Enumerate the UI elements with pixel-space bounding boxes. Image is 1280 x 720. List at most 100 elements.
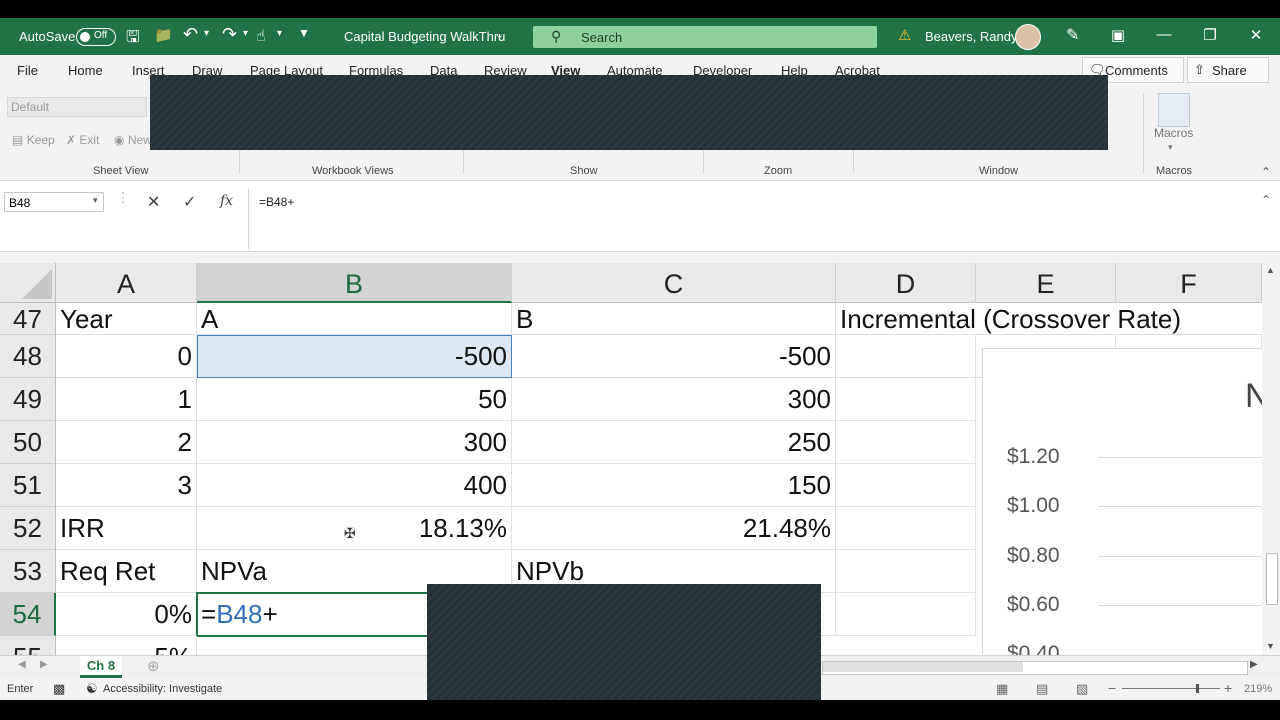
document-title[interactable]: Capital Budgeting WalkThru (344, 29, 505, 44)
zoom-slider[interactable] (1122, 688, 1220, 689)
share-button[interactable]: ⇧ Share (1187, 57, 1269, 83)
normal-view-icon[interactable]: ▦ (996, 681, 1008, 697)
macros-label[interactable]: Macros (1154, 126, 1193, 140)
cell-d51[interactable] (836, 464, 976, 507)
page-layout-view-icon[interactable]: ▤ (1036, 681, 1048, 697)
insert-function-icon[interactable]: fx (220, 193, 233, 209)
cell-d48[interactable] (836, 335, 976, 378)
zoom-level[interactable]: 219% (1244, 683, 1272, 695)
horizontal-scrollbar[interactable] (822, 661, 1248, 675)
minimize-icon[interactable]: — (1154, 26, 1174, 46)
cell-a48[interactable]: 0 (56, 335, 197, 378)
cell-d52[interactable] (836, 507, 976, 550)
cell-d54[interactable] (836, 593, 976, 636)
cell-a50[interactable]: 2 (56, 421, 197, 464)
cell-d50[interactable] (836, 421, 976, 464)
search-box[interactable]: ⚲ Search (533, 26, 877, 48)
row-header[interactable]: 47 (0, 303, 56, 335)
add-sheet-icon[interactable]: ⊕ (147, 657, 160, 675)
pen-icon[interactable]: ✎ (1066, 25, 1079, 45)
cell-c49[interactable]: 300 (512, 378, 836, 421)
touch-mode-icon[interactable]: ☝ (256, 26, 266, 46)
vertical-scrollbar[interactable]: ▲ ▼ (1262, 263, 1280, 655)
accessibility-status[interactable]: Accessibility: Investigate (103, 683, 222, 695)
cell-b49[interactable]: 50 (197, 378, 512, 421)
cell-b50[interactable]: 300 (197, 421, 512, 464)
restore-icon[interactable]: ❐ (1200, 26, 1220, 46)
cell-a52[interactable]: IRR (56, 507, 197, 550)
cell-b48[interactable]: -500 (197, 335, 512, 378)
row-header[interactable]: 49 (0, 378, 56, 421)
cell-a51[interactable]: 3 (56, 464, 197, 507)
column-header-c[interactable]: C (512, 263, 836, 303)
macros-icon[interactable] (1158, 93, 1190, 127)
cell-c47[interactable]: B (512, 303, 836, 335)
exit-button[interactable]: ✗ Exit (66, 133, 99, 147)
autosave-toggle[interactable]: Off (76, 28, 116, 46)
redo-dropdown-icon[interactable]: ▾ (243, 28, 248, 39)
close-icon[interactable]: ✕ (1246, 26, 1266, 46)
enter-check-icon[interactable]: ✓ (183, 192, 196, 212)
row-header[interactable]: 51 (0, 464, 56, 507)
scroll-thumb[interactable] (1266, 553, 1278, 605)
collapse-ribbon-icon[interactable]: ⌃ (1261, 165, 1271, 179)
keep-button[interactable]: ▤ Keep (12, 133, 55, 147)
cell-c48[interactable]: -500 (512, 335, 836, 378)
scroll-right-icon[interactable]: ▶ (1250, 659, 1258, 670)
row-header[interactable]: 55 (0, 636, 56, 655)
tab-home[interactable]: Home (68, 63, 103, 78)
cell-c51[interactable]: 150 (512, 464, 836, 507)
cell-c52[interactable]: 21.48% (512, 507, 836, 550)
page-break-view-icon[interactable]: ▧ (1076, 681, 1088, 697)
cell-b47[interactable]: A (197, 303, 512, 335)
column-header-d[interactable]: D (836, 263, 976, 303)
scroll-up-icon[interactable]: ▲ (1266, 265, 1275, 275)
undo-dropdown-icon[interactable]: ▾ (204, 28, 209, 39)
cancel-icon[interactable]: ✕ (147, 192, 160, 212)
sheet-view-select[interactable]: Default (7, 97, 147, 117)
cell-a54[interactable]: 0% (56, 593, 197, 636)
cell-b51[interactable]: 400 (197, 464, 512, 507)
user-name[interactable]: Beavers, Randy (925, 29, 1018, 44)
cell-d53[interactable] (836, 550, 976, 593)
zoom-slider-handle[interactable] (1196, 684, 1199, 693)
undo-icon[interactable]: ↶ (183, 24, 198, 45)
row-header[interactable]: 54 (0, 593, 56, 636)
ribbon-display-icon[interactable]: ▣ (1108, 26, 1128, 46)
zoom-in-icon[interactable]: + (1224, 680, 1232, 696)
formula-input[interactable]: =B48+ (248, 189, 1276, 249)
horizontal-scroll-thumb[interactable] (823, 662, 1023, 672)
prev-sheet-icon[interactable]: ◀ (18, 659, 26, 670)
name-box-dropdown-icon[interactable]: ▾ (93, 195, 98, 206)
title-chevron-down-icon[interactable]: ⌄ (495, 28, 504, 41)
scroll-down-icon[interactable]: ▼ (1266, 641, 1275, 651)
new-button[interactable]: ◉ New (114, 133, 152, 147)
row-header[interactable]: 53 (0, 550, 56, 593)
avatar[interactable] (1015, 24, 1041, 50)
row-header[interactable]: 50 (0, 421, 56, 464)
macro-record-icon[interactable]: ▩ (53, 681, 65, 697)
macros-dropdown-icon[interactable]: ▾ (1168, 142, 1173, 153)
zoom-out-icon[interactable]: − (1108, 680, 1116, 696)
select-all-corner[interactable] (0, 263, 56, 303)
accessibility-icon[interactable]: ☯ (86, 681, 98, 697)
sheet-tab-ch8[interactable]: Ch 8 (80, 656, 122, 678)
column-header-f[interactable]: F (1116, 263, 1262, 303)
chart-area[interactable]: N $1.20 $1.00 $0.80 $0.60 $0.40 (982, 348, 1262, 655)
cell-c50[interactable]: 250 (512, 421, 836, 464)
cell-d47[interactable]: Incremental (Crossover Rate) (836, 303, 1262, 335)
collapse-formula-bar-icon[interactable]: ⌃ (1261, 193, 1271, 207)
column-header-b[interactable]: B (197, 263, 512, 303)
cell-a47[interactable]: Year (56, 303, 197, 335)
folder-icon[interactable]: 📁 (154, 26, 173, 44)
save-icon[interactable]: 🖫 (126, 26, 140, 53)
name-box[interactable]: B48 (4, 192, 104, 212)
row-header[interactable]: 48 (0, 335, 56, 378)
next-sheet-icon[interactable]: ▶ (40, 659, 48, 670)
touch-dropdown-icon[interactable]: ▾ (277, 28, 282, 39)
cell-a53[interactable]: Req Ret (56, 550, 197, 593)
cell-d49[interactable] (836, 378, 976, 421)
column-header-e[interactable]: E (976, 263, 1116, 303)
customize-toolbar-icon[interactable]: ▼ (298, 26, 310, 40)
tab-file[interactable]: File (17, 63, 38, 78)
